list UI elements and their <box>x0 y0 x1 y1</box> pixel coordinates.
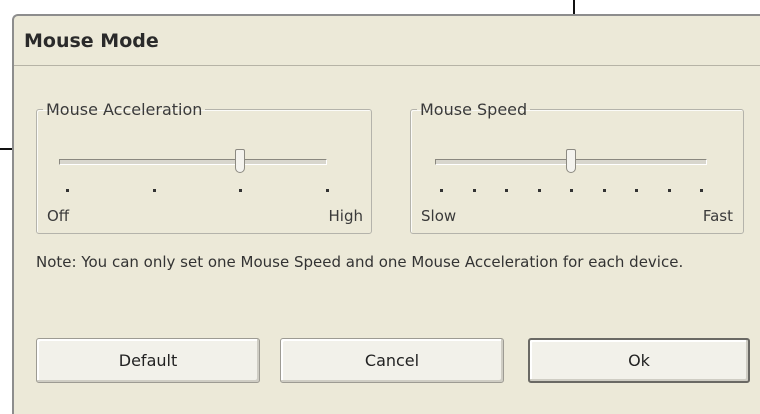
speed-max-label: Fast <box>702 207 733 225</box>
speed-slider-thumb[interactable] <box>566 149 576 173</box>
mouse-mode-dialog: Mouse Mode Mouse Acceleration Off High M… <box>12 14 760 414</box>
speed-min-label: Slow <box>421 207 457 225</box>
slider-tick <box>472 189 476 192</box>
slider-tick <box>239 189 243 192</box>
mouse-speed-group: Mouse Speed Slow Fast <box>410 100 744 234</box>
cancel-button[interactable]: Cancel <box>280 338 504 383</box>
slider-tick <box>440 189 443 192</box>
acceleration-min-label: Off <box>47 207 70 225</box>
acceleration-max-label: High <box>328 207 363 225</box>
mouse-acceleration-group: Mouse Acceleration Off High <box>36 100 372 234</box>
slider-tick <box>635 189 638 192</box>
default-button[interactable]: Default <box>36 338 260 383</box>
ok-button[interactable]: Ok <box>528 338 750 383</box>
dialog-title: Mouse Mode <box>14 16 760 66</box>
slider-tick <box>66 189 69 192</box>
slider-tick <box>505 189 508 192</box>
acceleration-slider-thumb[interactable] <box>235 149 246 173</box>
mouse-speed-legend: Mouse Speed <box>420 100 528 119</box>
slider-tick <box>326 189 329 192</box>
acceleration-slider-track[interactable] <box>59 159 327 165</box>
slider-tick <box>537 189 541 192</box>
slider-tick <box>700 189 703 192</box>
slider-tick <box>570 189 573 192</box>
slider-tick <box>602 189 606 192</box>
slider-tick <box>667 189 671 192</box>
device-note: Note: You can only set one Mouse Speed a… <box>36 253 684 271</box>
mouse-acceleration-legend: Mouse Acceleration <box>46 100 203 119</box>
slider-tick <box>152 189 156 192</box>
